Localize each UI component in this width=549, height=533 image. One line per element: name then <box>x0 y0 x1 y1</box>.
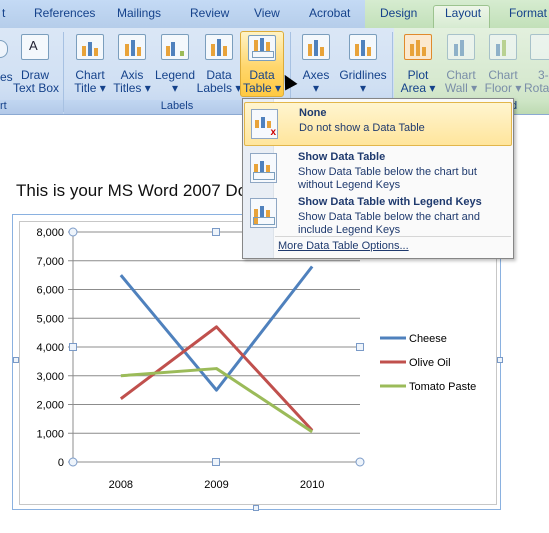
data-table-dropdown-menu: x None Do not show a Data Table Show Dat… <box>242 98 514 259</box>
x-tick-label: 2008 <box>109 479 133 491</box>
more-data-table-options[interactable]: More Data Table Options... <box>278 240 409 252</box>
plot-area-handle <box>68 227 78 237</box>
plot-area-handle <box>212 228 220 236</box>
legend-label: Cheese <box>409 333 447 345</box>
y-tick-label: 1,000 <box>36 428 64 440</box>
menu-item-show-data-table-desc: Show Data Table below the chart but with… <box>298 166 477 191</box>
menu-separator <box>275 236 511 237</box>
menu-item-none-title: None <box>299 107 327 119</box>
menu-item-none[interactable]: x None Do not show a Data Table <box>244 102 512 146</box>
x-tick-label: 2009 <box>204 479 228 491</box>
data-table-icon <box>250 153 277 183</box>
y-tick-label: 0 <box>58 457 64 469</box>
y-tick-label: 2,000 <box>36 400 64 412</box>
x-tick-label: 2010 <box>300 479 324 491</box>
y-tick-label: 6,000 <box>36 285 64 297</box>
plot-area-handle <box>69 343 77 351</box>
y-tick-label: 7,000 <box>36 256 64 268</box>
menu-item-none-desc: Do not show a Data Table <box>299 122 425 134</box>
data-table-legend-keys-icon <box>250 198 277 228</box>
plot-area-handle <box>356 343 364 351</box>
menu-item-data-table-legend-keys-title: Show Data Table with Legend Keys <box>298 196 482 208</box>
y-tick-label: 8,000 <box>36 227 64 239</box>
menu-item-data-table-legend-keys[interactable]: Show Data Table with Legend Keys Show Da… <box>244 192 512 236</box>
plot-area-handle <box>68 457 78 467</box>
plot-area-handle <box>355 457 365 467</box>
y-tick-label: 5,000 <box>36 313 64 325</box>
y-tick-label: 3,000 <box>36 371 64 383</box>
series-line-olive-oil <box>119 325 314 432</box>
y-tick-label: 4,000 <box>36 342 64 354</box>
menu-item-show-data-table-title: Show Data Table <box>298 151 386 163</box>
menu-item-show-data-table[interactable]: Show Data Table Show Data Table below th… <box>244 147 512 191</box>
no-data-table-icon: x <box>251 109 278 139</box>
legend-label: Olive Oil <box>409 357 451 369</box>
plot-area-handle <box>212 458 220 466</box>
plot-area[interactable]: 0 1,000 2,000 3,000 4,000 5,000 6,000 7,000 8,00… <box>36 227 476 491</box>
line-chart: 0 1,000 2,000 3,000 4,000 5,000 6,000 7,000 8,00… <box>36 227 476 491</box>
legend-label: Tomato Paste <box>409 381 476 393</box>
menu-item-data-table-legend-keys-desc: Show Data Table below the chart and incl… <box>298 211 481 236</box>
